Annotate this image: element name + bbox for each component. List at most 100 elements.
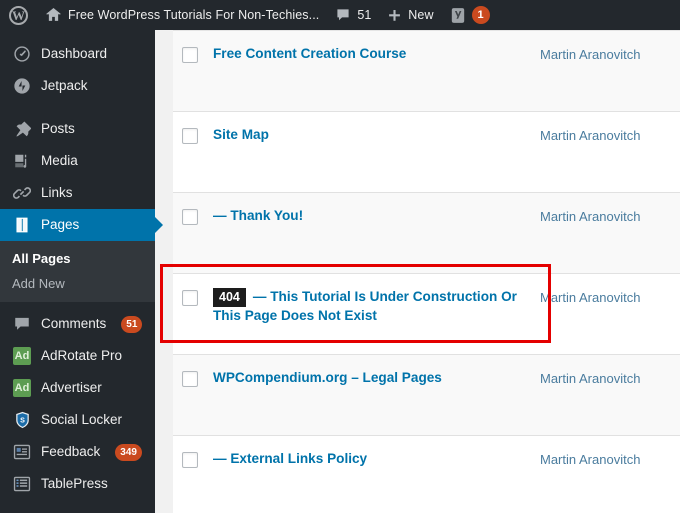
site-title: Free WordPress Tutorials For Non-Techies… — [68, 8, 320, 22]
sidebar-item-label: AdRotate Pro — [41, 348, 123, 364]
page-author[interactable]: Martin Aranovitch — [540, 290, 640, 305]
sidebar-item-pages[interactable]: Pages — [0, 209, 163, 241]
page-title-link[interactable]: — This Tutorial Is Under Construction Or… — [213, 289, 517, 323]
media-icon — [12, 151, 32, 171]
row-checkbox-cell — [173, 31, 213, 63]
svg-text:S: S — [20, 416, 25, 424]
yoast-seo-icon — [450, 7, 466, 24]
menu-separator — [0, 102, 155, 113]
sidebar-item-jetpack[interactable]: Jetpack — [0, 70, 155, 102]
wordpress-logo-icon: W — [9, 5, 28, 25]
table-row[interactable]: Free Content Creation Course Martin Aran… — [173, 31, 680, 112]
sidebar-item-label: Advertiser — [41, 380, 102, 396]
status-badge-404: 404 — [213, 288, 246, 307]
sidebar-item-label: TablePress — [41, 476, 108, 492]
feedback-count-badge: 349 — [115, 443, 142, 461]
site-name-menu[interactable]: Free WordPress Tutorials For Non-Techies… — [37, 0, 327, 30]
main-content: Free Content Creation Course Martin Aran… — [155, 30, 680, 513]
sidebar-item-label: Social Locker — [41, 412, 123, 428]
table-icon — [12, 474, 32, 494]
sidebar-item-label: Feedback — [41, 444, 101, 460]
submenu-item-all-pages[interactable]: All Pages — [0, 246, 155, 271]
row-checkbox[interactable] — [182, 47, 198, 63]
page-title-link[interactable]: — External Links Policy — [213, 451, 367, 466]
page-author[interactable]: Martin Aranovitch — [540, 47, 640, 62]
row-checkbox-cell — [173, 274, 213, 306]
sidebar-item-links[interactable]: Links — [0, 177, 155, 209]
sidebar-item-label: Media — [41, 153, 78, 169]
comments-pending-badge: 51 — [121, 315, 143, 333]
page-author[interactable]: Martin Aranovitch — [540, 452, 640, 467]
new-content-menu[interactable]: New — [379, 0, 441, 30]
sidebar-item-label: Dashboard — [41, 46, 108, 62]
row-checkbox[interactable] — [182, 290, 198, 306]
page-title-link[interactable]: Site Map — [213, 127, 269, 142]
row-checkbox-cell — [173, 112, 213, 144]
wordpress-admin-screen: W Free WordPress Tutorials For Non-Techi… — [0, 0, 680, 513]
row-title-cell: Free Content Creation Course — [213, 31, 540, 63]
page-title-link[interactable]: WPCompendium.org – Legal Pages — [213, 370, 442, 385]
sidebar-item-label: Posts — [41, 121, 75, 137]
row-title-cell: Site Map — [213, 112, 540, 144]
sidebar-item-comments[interactable]: Comments 51 — [0, 308, 155, 340]
row-title-cell: — External Links Policy — [213, 436, 540, 468]
row-checkbox[interactable] — [182, 128, 198, 144]
row-checkbox[interactable] — [182, 452, 198, 468]
sidebar-item-dashboard[interactable]: Dashboard — [0, 38, 155, 70]
table-row[interactable]: Site Map Martin Aranovitch — [173, 112, 680, 193]
page-author[interactable]: Martin Aranovitch — [540, 209, 640, 224]
row-checkbox[interactable] — [182, 371, 198, 387]
row-title-cell: — Thank You! — [213, 193, 540, 225]
table-row[interactable]: WPCompendium.org – Legal Pages Martin Ar… — [173, 355, 680, 436]
sidebar-item-adrotate-pro[interactable]: Ad AdRotate Pro — [0, 340, 155, 372]
sidebar-item-tablepress[interactable]: TablePress — [0, 468, 155, 500]
submenu-item-add-new[interactable]: Add New — [0, 271, 155, 296]
pages-submenu: All Pages Add New — [0, 241, 155, 302]
row-author-cell: Martin Aranovitch — [540, 193, 680, 226]
sidebar-item-label: Pages — [41, 217, 80, 233]
row-title-cell: WPCompendium.org – Legal Pages — [213, 355, 540, 387]
row-checkbox-cell — [173, 193, 213, 225]
wordpress-logo-menu[interactable]: W — [0, 0, 37, 30]
yoast-badge: 1 — [471, 6, 490, 24]
page-author[interactable]: Martin Aranovitch — [540, 128, 640, 143]
row-author-cell: Martin Aranovitch — [540, 436, 680, 469]
row-author-cell: Martin Aranovitch — [540, 274, 680, 307]
page-author[interactable]: Martin Aranovitch — [540, 371, 640, 386]
sidebar-item-label: Comments — [41, 316, 107, 332]
dashboard-icon — [12, 44, 32, 64]
sidebar-item-posts[interactable]: Posts — [0, 113, 155, 145]
table-row[interactable]: — Thank You! Martin Aranovitch — [173, 193, 680, 274]
sidebar-item-social-locker[interactable]: S Social Locker — [0, 404, 155, 436]
table-row[interactable]: 404— This Tutorial Is Under Construction… — [173, 274, 680, 355]
comments-menu[interactable]: 51 — [327, 0, 379, 30]
new-label: New — [408, 8, 434, 22]
sidebar-item-advertiser[interactable]: Ad Advertiser — [0, 372, 155, 404]
submenu-item-label: All Pages — [12, 251, 71, 266]
comment-bubble-icon — [12, 314, 32, 334]
pin-icon — [12, 119, 32, 139]
row-checkbox[interactable] — [182, 209, 198, 225]
page-title-link[interactable]: — Thank You! — [213, 208, 303, 223]
admin-sidebar-menu: Dashboard Jetpack Posts Media Links Page… — [0, 30, 163, 513]
ad-icon: Ad — [12, 378, 32, 398]
shield-icon: S — [12, 410, 32, 430]
page-title-link[interactable]: Free Content Creation Course — [213, 46, 406, 61]
comment-bubble-icon — [335, 7, 351, 23]
sidebar-item-media[interactable]: Media — [0, 145, 155, 177]
submenu-item-label: Add New — [12, 276, 65, 291]
pages-list-table: Free Content Creation Course Martin Aran… — [173, 30, 680, 513]
link-icon — [12, 183, 32, 203]
table-row[interactable]: — External Links Policy Martin Aranovitc… — [173, 436, 680, 513]
sidebar-item-label: Links — [41, 185, 73, 201]
row-checkbox-cell — [173, 436, 213, 468]
sidebar-item-label: Jetpack — [41, 78, 88, 94]
sidebar-item-feedback[interactable]: Feedback 349 — [0, 436, 155, 468]
pages-icon — [12, 215, 32, 235]
feedback-icon — [12, 442, 32, 462]
row-author-cell: Martin Aranovitch — [540, 31, 680, 64]
row-checkbox-cell — [173, 355, 213, 387]
yoast-seo-menu[interactable]: 1 — [442, 0, 498, 30]
admin-bar: W Free WordPress Tutorials For Non-Techi… — [0, 0, 680, 30]
jetpack-icon — [12, 76, 32, 96]
